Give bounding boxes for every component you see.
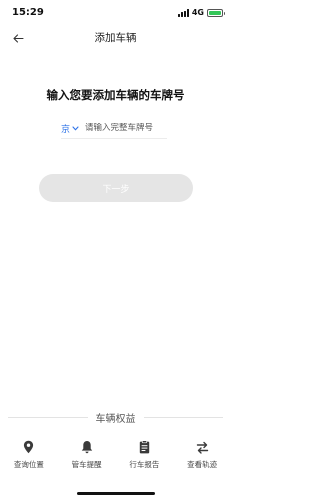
feature-view-track[interactable]: 查看轨迹 xyxy=(176,440,228,470)
bell-icon xyxy=(81,441,92,454)
route-arrows-icon xyxy=(196,441,208,454)
status-indicators: 4G xyxy=(177,8,225,17)
status-time: 15:29 xyxy=(12,7,44,18)
benefits-title: 车辆权益 xyxy=(95,414,136,425)
plate-number-input[interactable] xyxy=(85,123,168,133)
network-type: 4G xyxy=(191,8,204,17)
status-bar: 15:29 4G xyxy=(0,0,231,28)
feature-label: 管车提醒 xyxy=(71,460,102,469)
battery-icon xyxy=(207,8,225,17)
feature-label: 查看轨迹 xyxy=(187,460,218,469)
form-heading: 输入您要添加车辆的车牌号 xyxy=(46,88,185,102)
province-value: 京 xyxy=(61,124,71,135)
feature-driving-report[interactable]: 行车报告 xyxy=(118,440,170,470)
location-pin-icon xyxy=(24,440,34,454)
plate-input-row: 京 xyxy=(61,118,168,139)
feature-vehicle-reminder[interactable]: 管车提醒 xyxy=(61,440,113,470)
divider-left xyxy=(8,417,88,418)
chevron-down-icon xyxy=(72,125,79,130)
page-title: 添加车辆 xyxy=(94,32,137,44)
nav-bar: 添加车辆 xyxy=(0,28,231,48)
home-indicator[interactable] xyxy=(77,492,155,495)
feature-label: 查询位置 xyxy=(13,460,44,469)
report-clipboard-icon xyxy=(139,440,150,454)
benefits-list: 查询位置 管车提醒 行车报告 查看轨迹 xyxy=(0,440,231,470)
province-selector[interactable]: 京 xyxy=(61,122,79,135)
benefits-header: 车辆权益 xyxy=(8,410,223,425)
feature-query-location[interactable]: 查询位置 xyxy=(3,440,55,470)
divider-right xyxy=(143,417,223,418)
feature-label: 行车报告 xyxy=(129,460,160,469)
next-button[interactable]: 下一步 xyxy=(39,174,193,202)
add-vehicle-screen: 15:29 4G 添加车辆 输入您要添加车辆的车牌号 京 请输入完整车牌号 下一… xyxy=(0,0,231,500)
signal-icon xyxy=(177,9,189,17)
